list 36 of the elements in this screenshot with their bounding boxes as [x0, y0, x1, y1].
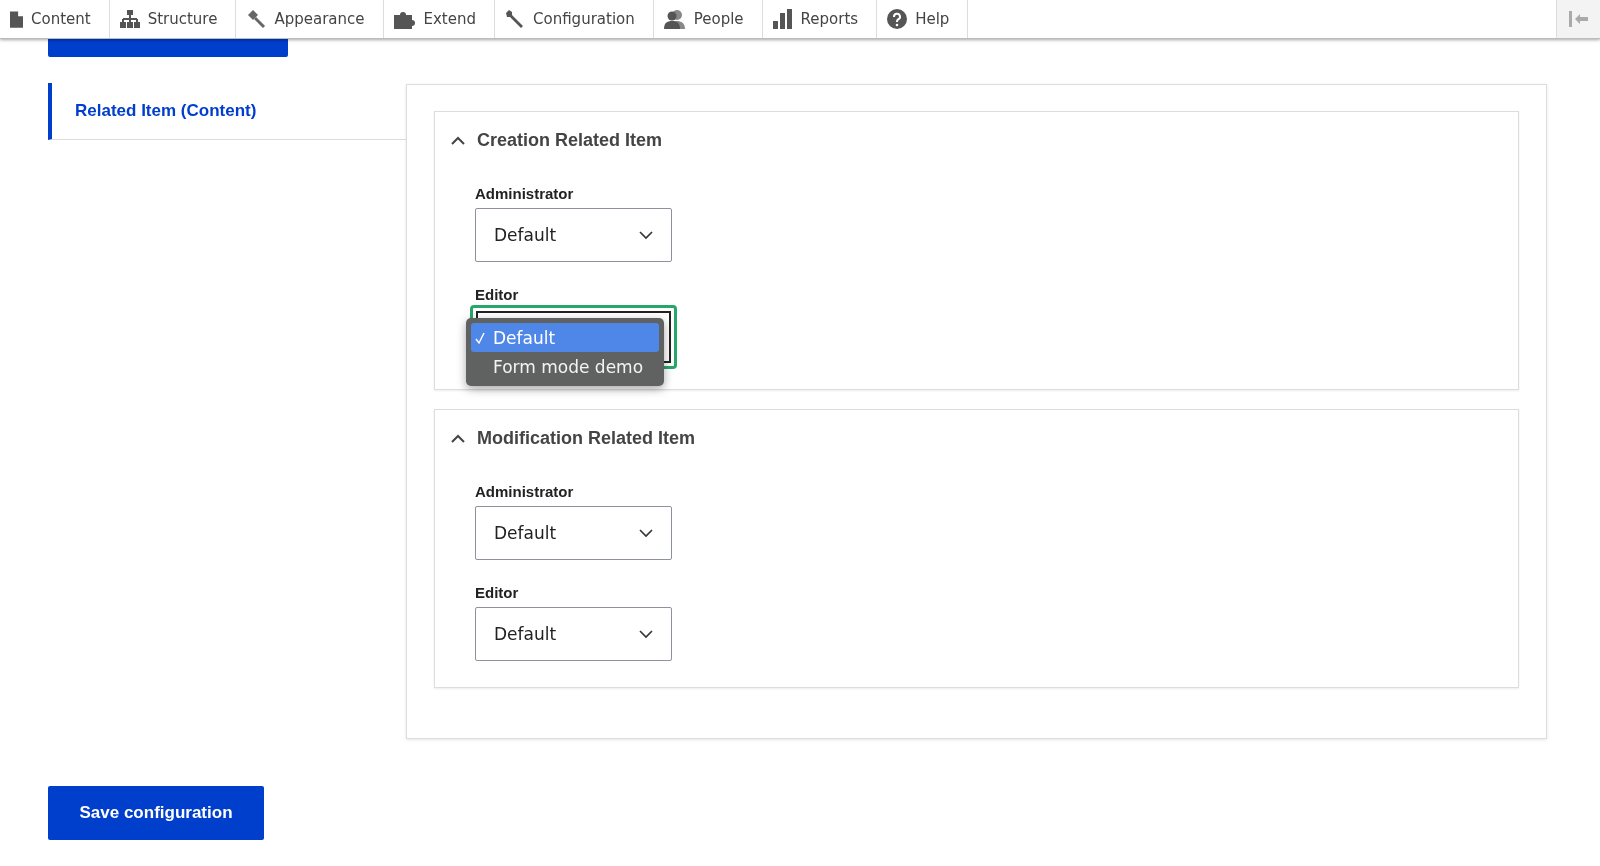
section-toggle[interactable]: Creation Related Item [435, 112, 679, 169]
check-icon [475, 331, 485, 344]
bar-chart-icon [772, 9, 793, 29]
dropdown-option[interactable]: Default [471, 323, 659, 352]
toolbar-item[interactable]: Help [877, 0, 969, 38]
section-toggle[interactable]: Modification Related Item [435, 410, 712, 467]
puzzle-icon [393, 9, 416, 29]
chevron-down-icon [639, 230, 653, 240]
document-icon [10, 10, 23, 28]
chevron-down-icon [639, 528, 653, 538]
field-label: Administrator [475, 483, 575, 500]
toolbar-item[interactable]: Structure [109, 0, 237, 38]
toolbar-item[interactable]: People [653, 0, 763, 38]
wrench-icon [505, 9, 525, 29]
hierarchy-icon [119, 10, 140, 28]
select-field[interactable]: Default [475, 506, 672, 560]
toolbar-item[interactable]: Appearance [236, 0, 384, 38]
toolbar-item[interactable]: Extend [383, 0, 495, 38]
button-edge[interactable] [48, 39, 288, 57]
field-label: Administrator [475, 185, 575, 202]
help-icon [887, 9, 908, 29]
save-button[interactable]: Save configuration [48, 786, 264, 840]
field-label: Editor [475, 584, 520, 601]
toolbar-item[interactable]: Configuration [495, 0, 654, 38]
select-field[interactable]: Default [475, 208, 672, 262]
toolbar-item[interactable]: Reports [762, 0, 878, 38]
collapse-icon [1568, 11, 1589, 27]
people-icon [663, 9, 686, 29]
vertical-tab[interactable]: Related Item (Content) [48, 83, 406, 140]
hammer-icon [246, 9, 267, 29]
toolbar-item[interactable]: Content [0, 0, 110, 38]
field-label: Editor [475, 286, 520, 303]
chevron-down-icon [639, 629, 653, 639]
dropdown-option[interactable]: Form mode demo [471, 352, 659, 381]
select-field[interactable]: Default [475, 607, 672, 661]
collapse-toolbar-button[interactable] [1556, 0, 1600, 38]
